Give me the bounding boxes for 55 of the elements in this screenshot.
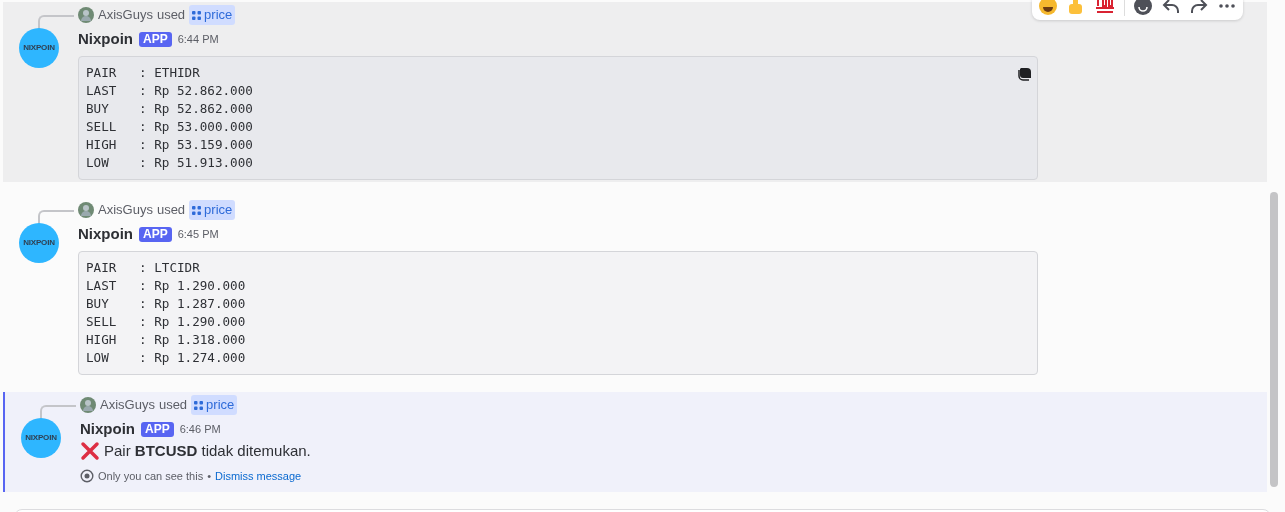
reply-username[interactable]: AxisGuys <box>100 395 155 415</box>
avatar-logo-text: NIXPOIN <box>25 432 57 444</box>
code-line: SELL : Rp 1.290.000 <box>86 313 246 331</box>
code-line: BUY : Rp 1.287.000 <box>86 295 246 313</box>
laughing-emoji-icon[interactable] <box>1038 0 1058 16</box>
code-line: SELL : Rp 53.000.000 <box>86 118 253 136</box>
eye-icon <box>80 469 94 483</box>
reply-text: used <box>156 6 186 25</box>
code-line: BUY : Rp 52.862.000 <box>86 100 253 118</box>
timestamp: 6:44 PM <box>177 31 219 47</box>
scrollbar-thumb[interactable] <box>1270 192 1278 487</box>
message-text: Pair BTCUSD tidak ditemukan. <box>104 441 311 461</box>
separator-dot: • <box>207 468 212 484</box>
author-name[interactable]: Nixpoin <box>78 27 133 51</box>
command-link[interactable]: price <box>189 5 236 25</box>
timestamp: 6:46 PM <box>179 421 221 437</box>
code-line: PAIR : LTCIDR <box>86 259 200 277</box>
app-tag: APP <box>139 226 172 242</box>
code-line: LOW : Rp 51.913.000 <box>86 154 253 172</box>
app-tag: APP <box>141 421 174 437</box>
code-line: HIGH : Rp 1.318.000 <box>86 331 246 349</box>
command-link[interactable]: price <box>191 395 238 415</box>
command-icon <box>194 400 204 410</box>
bot-avatar[interactable]: NIXPOIN <box>19 223 59 263</box>
ephemeral-note: Only you can see this <box>98 468 204 484</box>
bot-avatar[interactable]: NIXPOIN <box>21 418 61 458</box>
hundred-icon[interactable] <box>1094 0 1116 16</box>
avatar-logo-text: NIXPOIN <box>23 42 55 54</box>
code-line: LAST : Rp 52.862.000 <box>86 82 253 100</box>
bot-avatar[interactable]: NIXPOIN <box>19 28 59 68</box>
reply-text: used <box>156 201 186 220</box>
copy-icon[interactable] <box>1017 65 1033 81</box>
user-avatar[interactable] <box>80 397 96 413</box>
code-line: LOW : Rp 1.274.000 <box>86 349 246 367</box>
command-icon <box>192 205 202 215</box>
user-avatar[interactable] <box>78 202 94 218</box>
avatar-logo-text: NIXPOIN <box>23 237 55 249</box>
forward-icon[interactable] <box>1189 0 1209 16</box>
user-avatar[interactable] <box>78 7 94 23</box>
command-link[interactable]: price <box>189 200 236 220</box>
code-line: PAIR : ETHIDR <box>86 64 200 82</box>
reply-username[interactable]: AxisGuys <box>98 5 153 25</box>
reply-icon[interactable] <box>1161 0 1181 16</box>
reply-username[interactable]: AxisGuys <box>98 200 153 220</box>
app-tag: APP <box>139 31 172 47</box>
reply-text: used <box>158 396 188 415</box>
command-icon <box>192 10 202 20</box>
dismiss-link[interactable]: Dismiss message <box>215 467 302 485</box>
timestamp: 6:45 PM <box>177 226 219 242</box>
cross-icon <box>80 441 100 461</box>
code-line: LAST : Rp 1.290.000 <box>86 277 246 295</box>
add-reaction-icon[interactable] <box>1133 0 1153 16</box>
author-name[interactable]: Nixpoin <box>78 222 133 246</box>
author-name[interactable]: Nixpoin <box>80 417 135 441</box>
code-line: HIGH : Rp 53.159.000 <box>86 136 253 154</box>
